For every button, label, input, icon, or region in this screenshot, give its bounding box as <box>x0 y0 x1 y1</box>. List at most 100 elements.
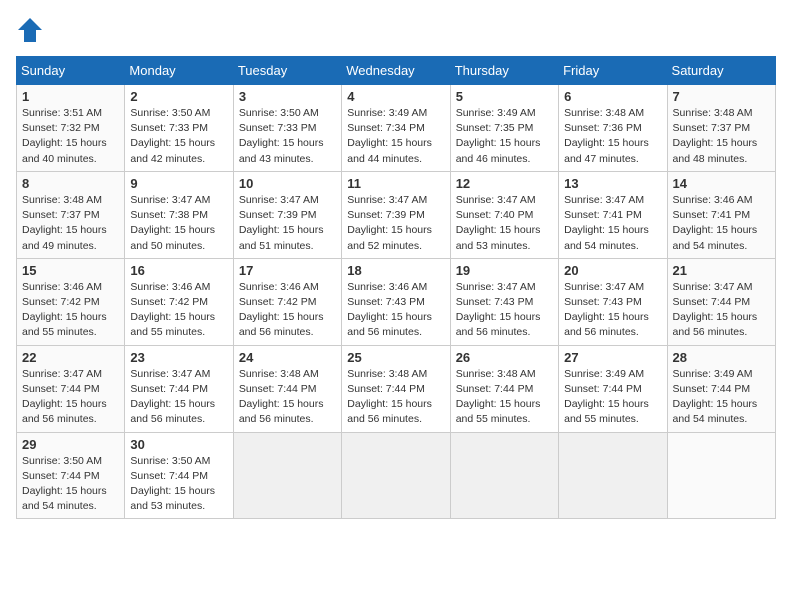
day-number: 15 <box>22 263 119 278</box>
calendar-cell: 19 Sunrise: 3:47 AMSunset: 7:43 PMDaylig… <box>450 258 558 345</box>
day-info: Sunrise: 3:47 AMSunset: 7:39 PMDaylight:… <box>239 194 324 252</box>
day-number: 3 <box>239 89 336 104</box>
day-number: 11 <box>347 176 444 191</box>
day-info: Sunrise: 3:48 AMSunset: 7:36 PMDaylight:… <box>564 107 649 165</box>
calendar-cell <box>667 432 775 519</box>
day-info: Sunrise: 3:48 AMSunset: 7:44 PMDaylight:… <box>456 368 541 426</box>
day-number: 6 <box>564 89 661 104</box>
day-info: Sunrise: 3:49 AMSunset: 7:44 PMDaylight:… <box>673 368 758 426</box>
day-number: 16 <box>130 263 227 278</box>
calendar-cell: 22 Sunrise: 3:47 AMSunset: 7:44 PMDaylig… <box>17 345 125 432</box>
day-number: 26 <box>456 350 553 365</box>
day-info: Sunrise: 3:50 AMSunset: 7:44 PMDaylight:… <box>22 455 107 513</box>
day-info: Sunrise: 3:50 AMSunset: 7:33 PMDaylight:… <box>239 107 324 165</box>
day-info: Sunrise: 3:48 AMSunset: 7:37 PMDaylight:… <box>22 194 107 252</box>
calendar-cell: 25 Sunrise: 3:48 AMSunset: 7:44 PMDaylig… <box>342 345 450 432</box>
calendar-cell: 21 Sunrise: 3:47 AMSunset: 7:44 PMDaylig… <box>667 258 775 345</box>
day-number: 25 <box>347 350 444 365</box>
day-number: 27 <box>564 350 661 365</box>
calendar-cell: 1 Sunrise: 3:51 AMSunset: 7:32 PMDayligh… <box>17 85 125 172</box>
calendar-cell: 11 Sunrise: 3:47 AMSunset: 7:39 PMDaylig… <box>342 171 450 258</box>
header-thursday: Thursday <box>450 57 558 85</box>
day-info: Sunrise: 3:48 AMSunset: 7:44 PMDaylight:… <box>347 368 432 426</box>
day-number: 14 <box>673 176 770 191</box>
calendar-week-5: 29 Sunrise: 3:50 AMSunset: 7:44 PMDaylig… <box>17 432 776 519</box>
calendar-cell: 8 Sunrise: 3:48 AMSunset: 7:37 PMDayligh… <box>17 171 125 258</box>
day-info: Sunrise: 3:50 AMSunset: 7:33 PMDaylight:… <box>130 107 215 165</box>
calendar-cell: 29 Sunrise: 3:50 AMSunset: 7:44 PMDaylig… <box>17 432 125 519</box>
calendar-cell: 20 Sunrise: 3:47 AMSunset: 7:43 PMDaylig… <box>559 258 667 345</box>
day-info: Sunrise: 3:50 AMSunset: 7:44 PMDaylight:… <box>130 455 215 513</box>
calendar-cell: 9 Sunrise: 3:47 AMSunset: 7:38 PMDayligh… <box>125 171 233 258</box>
calendar-cell: 14 Sunrise: 3:46 AMSunset: 7:41 PMDaylig… <box>667 171 775 258</box>
day-number: 9 <box>130 176 227 191</box>
calendar-cell: 7 Sunrise: 3:48 AMSunset: 7:37 PMDayligh… <box>667 85 775 172</box>
day-number: 10 <box>239 176 336 191</box>
day-number: 13 <box>564 176 661 191</box>
day-number: 23 <box>130 350 227 365</box>
day-number: 8 <box>22 176 119 191</box>
day-number: 21 <box>673 263 770 278</box>
header-tuesday: Tuesday <box>233 57 341 85</box>
calendar-cell: 27 Sunrise: 3:49 AMSunset: 7:44 PMDaylig… <box>559 345 667 432</box>
calendar-table: SundayMondayTuesdayWednesdayThursdayFrid… <box>16 56 776 519</box>
day-number: 22 <box>22 350 119 365</box>
calendar-cell: 28 Sunrise: 3:49 AMSunset: 7:44 PMDaylig… <box>667 345 775 432</box>
day-info: Sunrise: 3:48 AMSunset: 7:44 PMDaylight:… <box>239 368 324 426</box>
header-monday: Monday <box>125 57 233 85</box>
day-number: 29 <box>22 437 119 452</box>
day-info: Sunrise: 3:47 AMSunset: 7:40 PMDaylight:… <box>456 194 541 252</box>
calendar-cell: 30 Sunrise: 3:50 AMSunset: 7:44 PMDaylig… <box>125 432 233 519</box>
calendar-cell: 17 Sunrise: 3:46 AMSunset: 7:42 PMDaylig… <box>233 258 341 345</box>
calendar-cell: 18 Sunrise: 3:46 AMSunset: 7:43 PMDaylig… <box>342 258 450 345</box>
header-saturday: Saturday <box>667 57 775 85</box>
calendar-cell: 26 Sunrise: 3:48 AMSunset: 7:44 PMDaylig… <box>450 345 558 432</box>
day-number: 12 <box>456 176 553 191</box>
day-number: 28 <box>673 350 770 365</box>
logo <box>16 16 48 44</box>
calendar-cell: 12 Sunrise: 3:47 AMSunset: 7:40 PMDaylig… <box>450 171 558 258</box>
day-info: Sunrise: 3:49 AMSunset: 7:34 PMDaylight:… <box>347 107 432 165</box>
calendar-week-4: 22 Sunrise: 3:47 AMSunset: 7:44 PMDaylig… <box>17 345 776 432</box>
day-info: Sunrise: 3:47 AMSunset: 7:41 PMDaylight:… <box>564 194 649 252</box>
calendar-cell: 23 Sunrise: 3:47 AMSunset: 7:44 PMDaylig… <box>125 345 233 432</box>
day-number: 18 <box>347 263 444 278</box>
calendar-cell <box>342 432 450 519</box>
day-number: 30 <box>130 437 227 452</box>
calendar-cell: 6 Sunrise: 3:48 AMSunset: 7:36 PMDayligh… <box>559 85 667 172</box>
day-info: Sunrise: 3:47 AMSunset: 7:44 PMDaylight:… <box>22 368 107 426</box>
calendar-cell: 2 Sunrise: 3:50 AMSunset: 7:33 PMDayligh… <box>125 85 233 172</box>
day-info: Sunrise: 3:47 AMSunset: 7:43 PMDaylight:… <box>564 281 649 339</box>
calendar-cell: 15 Sunrise: 3:46 AMSunset: 7:42 PMDaylig… <box>17 258 125 345</box>
header-friday: Friday <box>559 57 667 85</box>
calendar-week-3: 15 Sunrise: 3:46 AMSunset: 7:42 PMDaylig… <box>17 258 776 345</box>
calendar-week-2: 8 Sunrise: 3:48 AMSunset: 7:37 PMDayligh… <box>17 171 776 258</box>
day-info: Sunrise: 3:47 AMSunset: 7:38 PMDaylight:… <box>130 194 215 252</box>
calendar-cell <box>233 432 341 519</box>
day-number: 4 <box>347 89 444 104</box>
day-info: Sunrise: 3:46 AMSunset: 7:43 PMDaylight:… <box>347 281 432 339</box>
day-info: Sunrise: 3:46 AMSunset: 7:41 PMDaylight:… <box>673 194 758 252</box>
day-number: 19 <box>456 263 553 278</box>
day-info: Sunrise: 3:48 AMSunset: 7:37 PMDaylight:… <box>673 107 758 165</box>
day-info: Sunrise: 3:47 AMSunset: 7:43 PMDaylight:… <box>456 281 541 339</box>
calendar-week-1: 1 Sunrise: 3:51 AMSunset: 7:32 PMDayligh… <box>17 85 776 172</box>
day-info: Sunrise: 3:46 AMSunset: 7:42 PMDaylight:… <box>130 281 215 339</box>
day-number: 7 <box>673 89 770 104</box>
day-number: 24 <box>239 350 336 365</box>
day-number: 5 <box>456 89 553 104</box>
day-number: 2 <box>130 89 227 104</box>
day-info: Sunrise: 3:49 AMSunset: 7:35 PMDaylight:… <box>456 107 541 165</box>
header-wednesday: Wednesday <box>342 57 450 85</box>
day-info: Sunrise: 3:46 AMSunset: 7:42 PMDaylight:… <box>239 281 324 339</box>
calendar-cell: 10 Sunrise: 3:47 AMSunset: 7:39 PMDaylig… <box>233 171 341 258</box>
day-info: Sunrise: 3:49 AMSunset: 7:44 PMDaylight:… <box>564 368 649 426</box>
calendar-cell <box>559 432 667 519</box>
calendar-cell: 4 Sunrise: 3:49 AMSunset: 7:34 PMDayligh… <box>342 85 450 172</box>
calendar-header-row: SundayMondayTuesdayWednesdayThursdayFrid… <box>17 57 776 85</box>
day-info: Sunrise: 3:51 AMSunset: 7:32 PMDaylight:… <box>22 107 107 165</box>
calendar-cell: 24 Sunrise: 3:48 AMSunset: 7:44 PMDaylig… <box>233 345 341 432</box>
day-number: 1 <box>22 89 119 104</box>
logo-icon <box>16 16 44 44</box>
day-info: Sunrise: 3:47 AMSunset: 7:39 PMDaylight:… <box>347 194 432 252</box>
